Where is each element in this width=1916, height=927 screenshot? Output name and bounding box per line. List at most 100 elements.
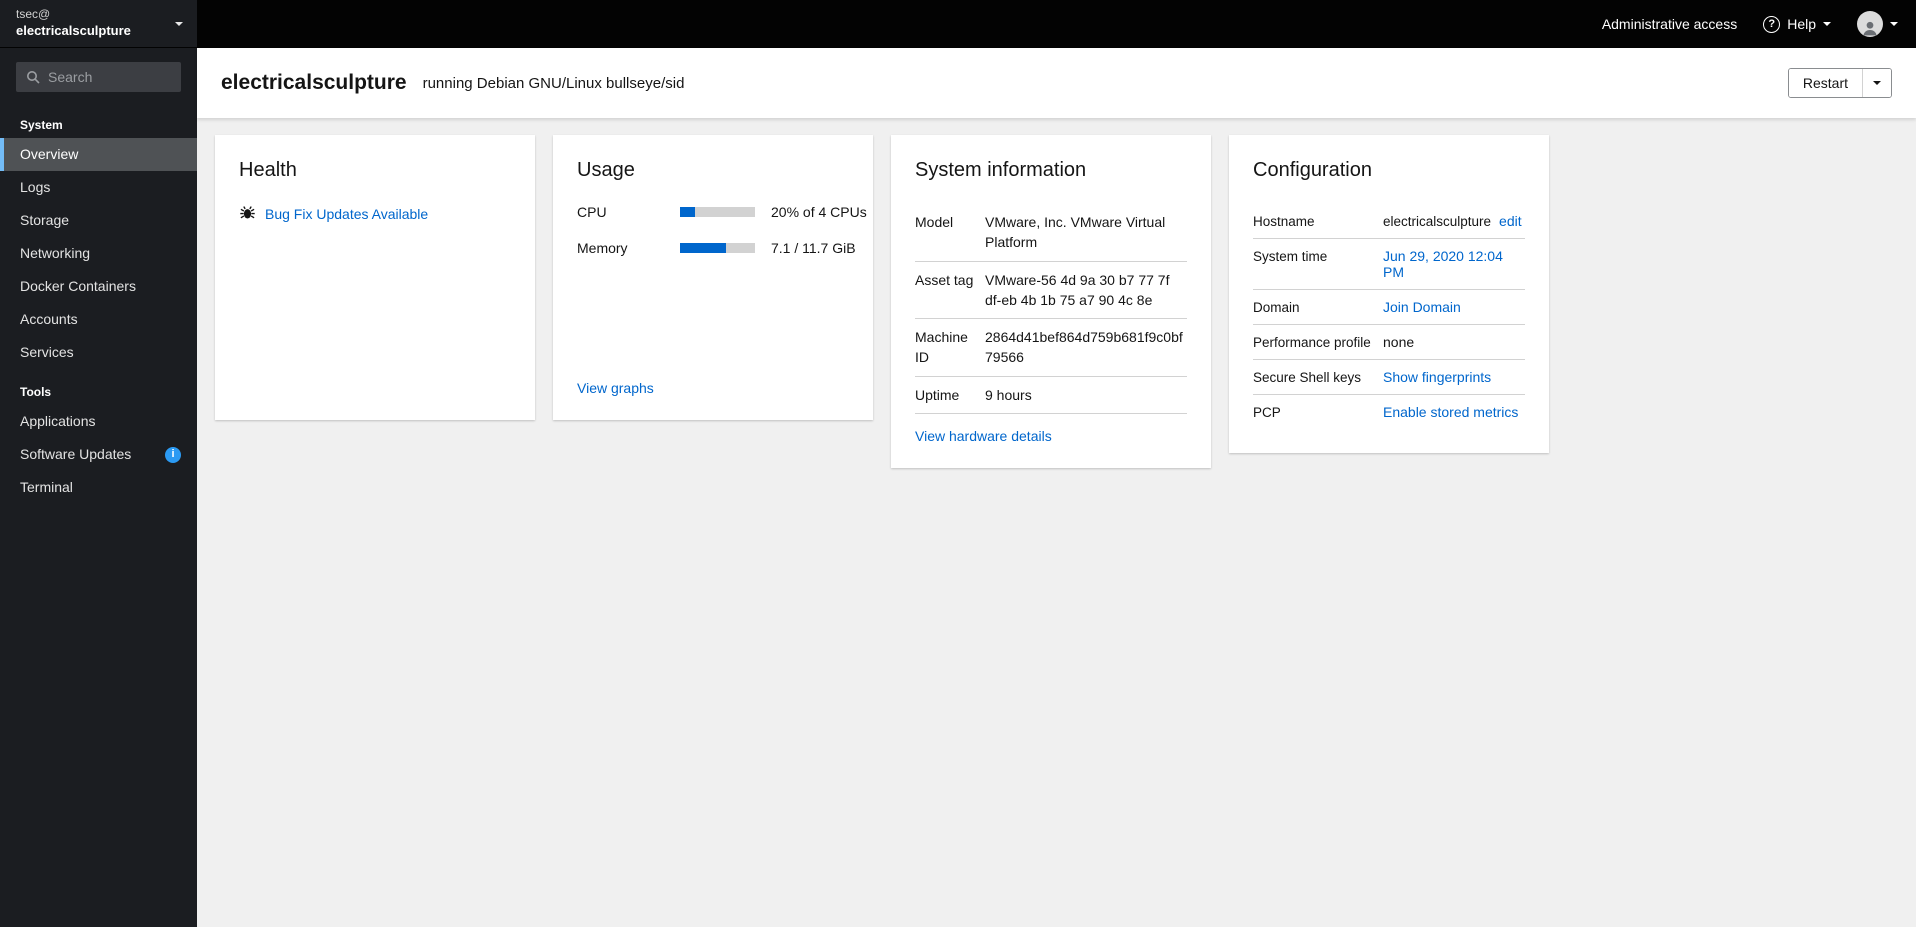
table-row: System time Jun 29, 2020 12:04 PM bbox=[1253, 239, 1525, 290]
cpu-progress-bar bbox=[680, 207, 755, 217]
usage-card: Usage CPU 20% of 4 CPUs Memory 7.1 / 11.… bbox=[553, 135, 873, 420]
user-menu[interactable] bbox=[1857, 11, 1898, 37]
memory-progress-fill bbox=[680, 243, 726, 253]
hostname-value: electricalsculpture bbox=[1383, 214, 1492, 229]
sidebar-item-label: Docker Containers bbox=[20, 278, 136, 294]
table-row: Secure Shell keys Show fingerprints bbox=[1253, 360, 1525, 395]
show-fingerprints-link[interactable]: Show fingerprints bbox=[1383, 369, 1491, 385]
sidebar-item-label: Applications bbox=[20, 413, 96, 429]
domain-label: Domain bbox=[1253, 300, 1300, 315]
nav-section-system: System bbox=[20, 118, 63, 132]
memory-progress-bar bbox=[680, 243, 755, 253]
page-title-hostname: electricalsculpture bbox=[221, 71, 407, 94]
sidebar-item-docker-containers[interactable]: Docker Containers bbox=[0, 270, 197, 303]
performance-profile-label: Performance profile bbox=[1253, 335, 1371, 350]
asset-tag-value: VMware-56 4d 9a 30 b7 77 7f df-eb 4b 1b … bbox=[985, 271, 1170, 308]
usage-card-footer: View graphs bbox=[577, 380, 849, 396]
secure-shell-keys-label: Secure Shell keys bbox=[1253, 370, 1362, 385]
restart-dropdown-toggle[interactable] bbox=[1863, 69, 1891, 97]
app-root: tsec@ electricalsculpture System Overvie… bbox=[0, 0, 1916, 927]
sidebar-item-services[interactable]: Services bbox=[0, 336, 197, 369]
help-menu[interactable]: ? Help bbox=[1763, 15, 1831, 33]
administrative-access-button[interactable]: Administrative access bbox=[1602, 16, 1737, 32]
sidebar-item-terminal[interactable]: Terminal bbox=[0, 471, 197, 504]
chevron-down-icon bbox=[1890, 22, 1898, 26]
sidebar-item-logs[interactable]: Logs bbox=[0, 171, 197, 204]
sidebar-item-label: Networking bbox=[20, 245, 91, 261]
system-information-rows: Model VMware, Inc. VMware Virtual Platfo… bbox=[915, 204, 1187, 415]
usage-row-memory: Memory 7.1 / 11.7 GiB bbox=[577, 240, 856, 256]
restart-button[interactable]: Restart bbox=[1788, 69, 1863, 97]
health-item: Bug Fix Updates Available bbox=[239, 204, 511, 224]
uptime-label: Uptime bbox=[915, 386, 960, 403]
table-row: Asset tag VMware-56 4d 9a 30 b7 77 7f df… bbox=[915, 262, 1187, 320]
overview-cards: Health Bug Fix Updates Available Usage C… bbox=[197, 118, 1916, 485]
host-switcher[interactable]: tsec@ electricalsculpture bbox=[0, 0, 197, 48]
chevron-down-icon bbox=[175, 21, 183, 26]
usage-label-memory: Memory bbox=[577, 240, 628, 256]
card-title: Configuration bbox=[1253, 159, 1372, 181]
enable-stored-metrics-link[interactable]: Enable stored metrics bbox=[1383, 404, 1518, 420]
main-column: Administrative access ? Help electricals… bbox=[197, 0, 1916, 927]
sidebar-item-software-updates[interactable]: Software Updates i bbox=[0, 438, 197, 471]
model-label: Model bbox=[915, 214, 954, 230]
system-time-label: System time bbox=[1253, 249, 1328, 264]
uptime-value: 9 hours bbox=[985, 386, 1032, 403]
bug-icon bbox=[239, 204, 256, 224]
card-title: Usage bbox=[577, 159, 635, 181]
hostname-edit-link[interactable]: edit bbox=[1499, 213, 1522, 229]
memory-usage-value: 7.1 / 11.7 GiB bbox=[771, 240, 856, 256]
table-row: Machine ID 2864d41bef864d759b681f9c0bf79… bbox=[915, 319, 1187, 377]
card-title: System information bbox=[915, 159, 1087, 181]
configuration-card: Configuration Hostname electricalsculptu… bbox=[1229, 135, 1549, 453]
usage-row-cpu: CPU 20% of 4 CPUs bbox=[577, 204, 867, 220]
avatar bbox=[1857, 11, 1883, 37]
sidebar-nav: System Overview Logs Storage Networking … bbox=[0, 102, 197, 504]
sidebar-item-label: Services bbox=[20, 344, 74, 360]
sidebar-item-label: Accounts bbox=[20, 311, 78, 327]
sidebar-item-label: Software Updates bbox=[20, 446, 132, 462]
model-value: VMware, Inc. VMware Virtual Platform bbox=[985, 214, 1166, 251]
chevron-down-icon bbox=[1873, 81, 1881, 85]
pcp-label: PCP bbox=[1253, 405, 1281, 420]
usage-label-cpu: CPU bbox=[577, 204, 607, 220]
table-row: PCP Enable stored metrics bbox=[1253, 395, 1525, 429]
system-information-card: System information Model VMware, Inc. VM… bbox=[891, 135, 1211, 469]
table-row: Performance profile none bbox=[1253, 325, 1525, 360]
machine-id-value: 2864d41bef864d759b681f9c0bf79566 bbox=[985, 329, 1183, 366]
cpu-progress-fill bbox=[680, 207, 695, 217]
search-input[interactable] bbox=[16, 62, 181, 92]
cpu-usage-value: 20% of 4 CPUs bbox=[771, 204, 867, 220]
table-row: Domain Join Domain bbox=[1253, 290, 1525, 325]
sidebar-item-overview[interactable]: Overview bbox=[0, 138, 197, 171]
sidebar-item-applications[interactable]: Applications bbox=[0, 405, 197, 438]
masthead: Administrative access ? Help bbox=[197, 0, 1916, 48]
sidebar-item-label: Logs bbox=[20, 179, 51, 195]
sidebar-item-label: Storage bbox=[20, 212, 70, 228]
host-switcher-text: tsec@ electricalsculpture bbox=[16, 7, 131, 39]
info-icon: i bbox=[165, 446, 181, 463]
view-graphs-link[interactable]: View graphs bbox=[577, 380, 654, 396]
sidebar-item-accounts[interactable]: Accounts bbox=[0, 303, 197, 336]
sidebar-item-networking[interactable]: Networking bbox=[0, 237, 197, 270]
search-icon bbox=[26, 70, 40, 87]
card-title: Health bbox=[239, 159, 297, 181]
restart-button-group: Restart bbox=[1787, 68, 1892, 98]
view-hardware-details-link[interactable]: View hardware details bbox=[915, 428, 1052, 444]
os-release-text: running Debian GNU/Linux bullseye/sid bbox=[422, 74, 685, 92]
table-row: Model VMware, Inc. VMware Virtual Platfo… bbox=[915, 204, 1187, 262]
join-domain-link[interactable]: Join Domain bbox=[1383, 299, 1461, 315]
system-time-link[interactable]: Jun 29, 2020 12:04 PM bbox=[1383, 248, 1525, 280]
nav-section-tools: Tools bbox=[20, 385, 52, 399]
sidebar-search bbox=[16, 62, 181, 92]
sidebar: tsec@ electricalsculpture System Overvie… bbox=[0, 0, 197, 927]
bug-fix-updates-link[interactable]: Bug Fix Updates Available bbox=[265, 206, 428, 222]
health-card: Health Bug Fix Updates Available bbox=[215, 135, 535, 420]
asset-tag-label: Asset tag bbox=[915, 271, 974, 288]
sidebar-item-storage[interactable]: Storage bbox=[0, 204, 197, 237]
host-switcher-user: tsec@ bbox=[16, 7, 51, 22]
configuration-rows: Hostname electricalsculpture edit System… bbox=[1253, 204, 1525, 429]
help-label: Help bbox=[1787, 16, 1816, 32]
sidebar-item-label: Overview bbox=[20, 146, 79, 162]
host-switcher-host: electricalsculpture bbox=[16, 22, 131, 38]
